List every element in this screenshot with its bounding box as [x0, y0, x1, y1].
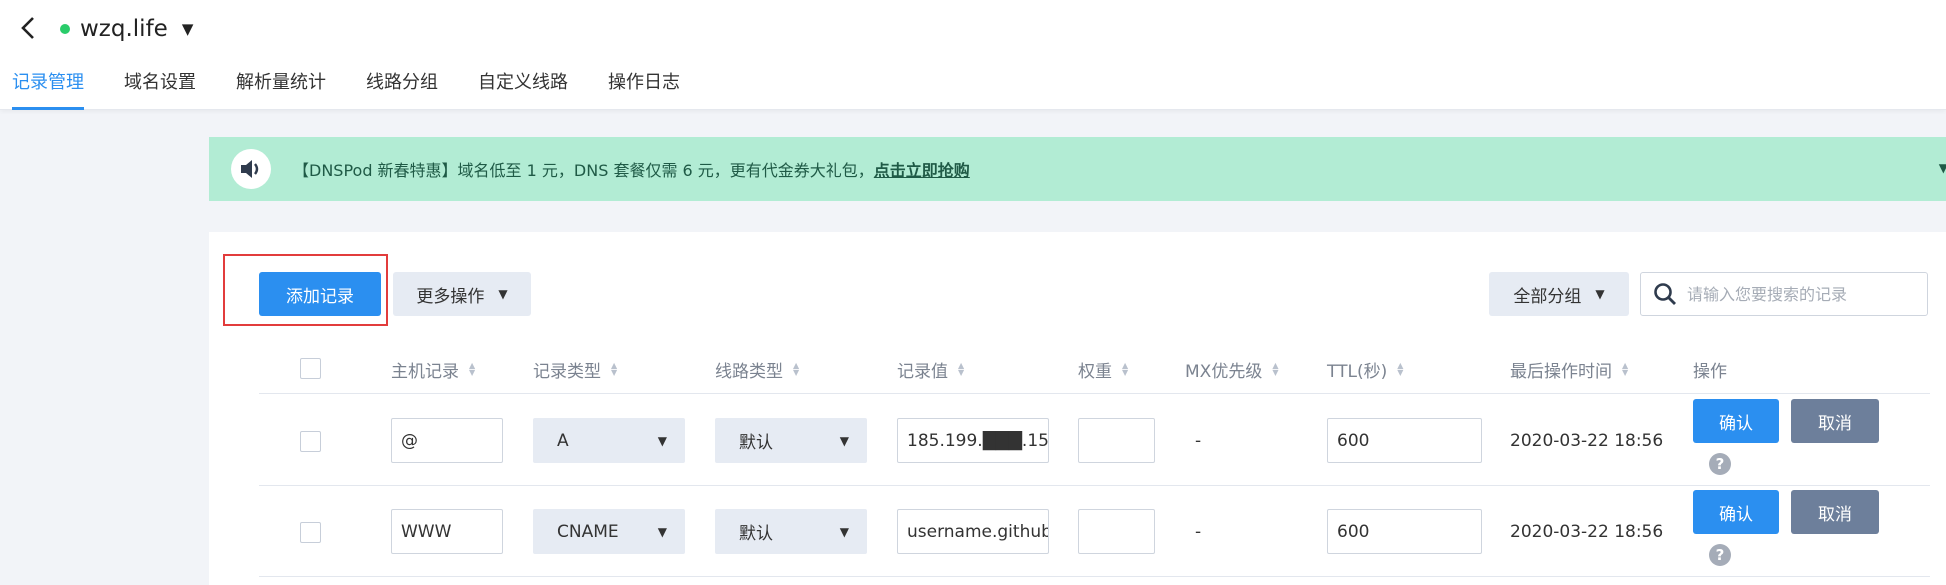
column-header-type: 记录类型 ▲ ▼	[533, 344, 617, 394]
column-label: 权重	[1078, 361, 1112, 382]
caret-down-icon: ▼	[657, 433, 667, 448]
sort-icon[interactable]: ▲ ▼	[1622, 362, 1628, 377]
tab-operation-log[interactable]: 操作日志	[608, 66, 680, 110]
column-header-ttl: TTL(秒) ▲ ▼	[1327, 344, 1403, 394]
record-value-input[interactable]	[897, 418, 1049, 463]
row-checkbox[interactable]	[300, 431, 321, 452]
sort-icon[interactable]: ▲ ▼	[958, 362, 964, 377]
promo-message: 【DNSPod 新春特惠】域名低至 1 元，DNS 套餐仅需 6 元，更有代金券…	[293, 161, 874, 180]
record-value-input[interactable]	[897, 509, 1049, 554]
group-filter-button[interactable]: 全部分组 ▼	[1489, 272, 1629, 316]
help-icon[interactable]: ?	[1709, 544, 1731, 566]
help-icon[interactable]: ?	[1709, 453, 1731, 475]
last-modified-time: 2020-03-22 18:56	[1510, 521, 1664, 542]
promo-link[interactable]: 点击立即抢购	[874, 161, 970, 180]
caret-down-icon: ▼	[181, 20, 194, 38]
search-input[interactable]	[1687, 284, 1907, 304]
sort-icon[interactable]: ▲ ▼	[611, 362, 617, 377]
domain-name: wzq.life	[80, 16, 168, 42]
tab-query-stats[interactable]: 解析量统计	[236, 66, 326, 110]
ttl-input[interactable]	[1327, 509, 1482, 554]
tab-bar: 记录管理 域名设置 解析量统计 线路分组 自定义线路 操作日志	[0, 66, 720, 110]
mx-priority-value: -	[1195, 521, 1202, 542]
tab-custom-lines[interactable]: 自定义线路	[478, 66, 568, 110]
status-dot-icon	[60, 24, 70, 34]
more-actions-button[interactable]: 更多操作 ▼	[393, 272, 531, 316]
line-type-value: 默认	[739, 524, 773, 544]
caret-down-icon: ▼	[657, 524, 667, 539]
table-header: 主机记录 ▲ ▼ 记录类型 ▲ ▼ 线路类型 ▲ ▼ 记录值 ▲ ▼ 权重 ▲ ▼ MX优先级 ▲ ▼ …	[259, 344, 1930, 394]
select-all-checkbox[interactable]	[300, 358, 321, 379]
table-row: CNAME ▼ 默认 ▼ - 2020-03-22 18:56 确认 取消 ?	[259, 486, 1930, 577]
ttl-input[interactable]	[1327, 418, 1482, 463]
caret-down-icon: ▼	[839, 433, 849, 448]
top-bar: wzq.life ▼ 记录管理 域名设置 解析量统计 线路分组 自定义线路 操作…	[0, 0, 1946, 110]
sort-icon[interactable]: ▲ ▼	[1272, 362, 1278, 377]
column-header-value: 记录值 ▲ ▼	[897, 344, 964, 394]
line-type-select[interactable]: 默认 ▼	[715, 418, 867, 463]
sort-icon[interactable]: ▲ ▼	[1122, 362, 1128, 377]
column-label: 最后操作时间	[1510, 361, 1612, 382]
column-header-time: 最后操作时间 ▲ ▼	[1510, 344, 1628, 394]
sort-icon[interactable]: ▲ ▼	[793, 362, 799, 377]
back-arrow-icon[interactable]	[14, 14, 42, 42]
weight-input[interactable]	[1078, 418, 1155, 463]
promo-banner: 【DNSPod 新春特惠】域名低至 1 元，DNS 套餐仅需 6 元，更有代金券…	[209, 137, 1946, 201]
table-row: A▼ 默认▼ - 2020-03-22 18:56 确认 取消 ?	[259, 395, 1930, 486]
column-label: 操作	[1693, 361, 1727, 382]
confirm-button[interactable]: 确认	[1693, 399, 1779, 443]
column-header-mx: MX优先级 ▲ ▼	[1185, 344, 1278, 394]
column-header-weight: 权重 ▲ ▼	[1078, 344, 1128, 394]
column-label: 线路类型	[715, 361, 783, 382]
record-type-value: A	[557, 430, 569, 451]
record-type-value: CNAME	[557, 521, 619, 542]
domain-selector[interactable]: wzq.life ▼	[60, 12, 193, 46]
column-label: 记录类型	[533, 361, 601, 382]
host-input[interactable]	[391, 509, 503, 554]
caret-down-icon: ▼	[1595, 287, 1605, 301]
last-modified-time: 2020-03-22 18:56	[1510, 430, 1664, 451]
column-label: 主机记录	[391, 361, 459, 382]
column-header-host: 主机记录 ▲ ▼	[391, 344, 475, 394]
mx-priority-value: -	[1195, 430, 1202, 451]
cancel-button[interactable]: 取消	[1791, 399, 1879, 443]
speaker-icon	[231, 149, 271, 189]
sort-icon[interactable]: ▲ ▼	[469, 362, 475, 377]
column-label: 记录值	[897, 361, 948, 382]
tab-records[interactable]: 记录管理	[12, 66, 84, 110]
weight-input[interactable]	[1078, 509, 1155, 554]
promo-text: 【DNSPod 新春特惠】域名低至 1 元，DNS 套餐仅需 6 元，更有代金券…	[293, 157, 970, 181]
sort-icon[interactable]: ▲ ▼	[1397, 362, 1403, 377]
search-box[interactable]	[1640, 272, 1928, 316]
more-actions-label: 更多操作	[416, 286, 485, 307]
line-type-select[interactable]: 默认 ▼	[715, 509, 867, 554]
line-type-value: 默认	[739, 433, 773, 453]
search-icon	[1654, 283, 1676, 305]
column-label: TTL(秒)	[1327, 361, 1388, 382]
confirm-button[interactable]: 确认	[1693, 490, 1779, 534]
cancel-button[interactable]: 取消	[1791, 490, 1879, 534]
column-header-line: 线路类型 ▲ ▼	[715, 344, 799, 394]
host-input[interactable]	[391, 418, 503, 463]
column-label: MX优先级	[1185, 361, 1263, 382]
record-type-select[interactable]: CNAME ▼	[533, 509, 685, 554]
caret-down-icon: ▼	[498, 287, 508, 301]
row-checkbox[interactable]	[300, 522, 321, 543]
caret-down-icon: ▼	[839, 524, 849, 539]
group-filter-label: 全部分组	[1513, 286, 1582, 307]
tab-line-groups[interactable]: 线路分组	[366, 66, 438, 110]
add-record-button[interactable]: 添加记录	[259, 272, 381, 316]
column-header-actions: 操作	[1693, 344, 1727, 394]
record-type-select[interactable]: A ▼	[533, 418, 685, 463]
caret-down-icon[interactable]: ▼	[1939, 161, 1946, 175]
tab-domain-settings[interactable]: 域名设置	[124, 66, 196, 110]
